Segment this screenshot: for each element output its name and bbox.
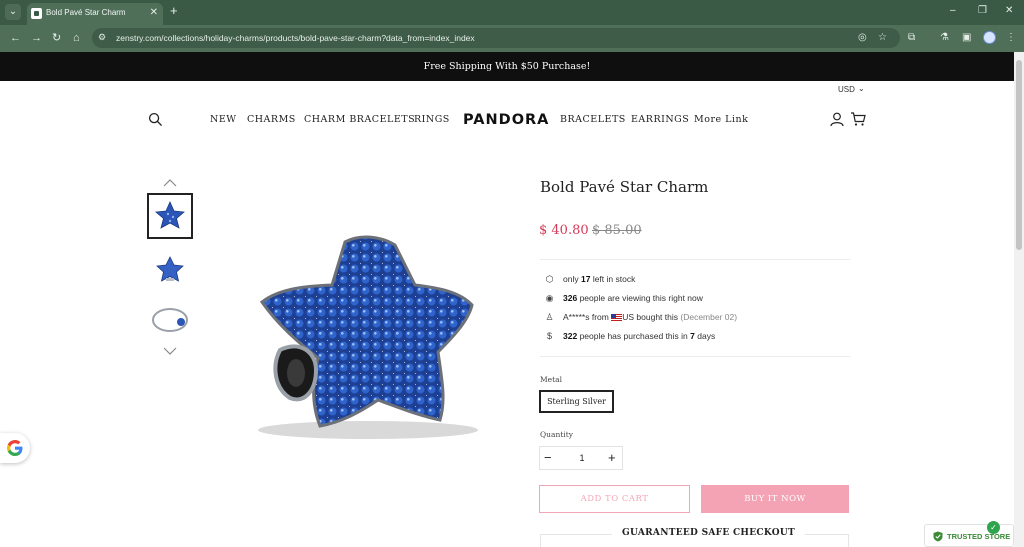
menu-icon[interactable]: ⋮	[1006, 32, 1016, 44]
buyer-name: A*****s	[563, 312, 590, 322]
forward-icon[interactable]: →	[31, 31, 42, 45]
search-icon[interactable]	[148, 112, 163, 127]
url-text[interactable]: zenstry.com/collections/holiday-charms/p…	[116, 33, 475, 43]
sidepanel-icon[interactable]: ▣	[962, 32, 971, 44]
browser-tabbar: ⌄ Bold Pavé Star Charm ✕ + – ❐ ✕	[0, 0, 1024, 25]
plus-icon[interactable]: +	[608, 450, 616, 466]
nav-item-rings[interactable]: RINGS	[414, 114, 450, 125]
buy-now-button[interactable]: BUY IT NOW	[701, 485, 849, 513]
restore-icon[interactable]: ❐	[978, 5, 987, 17]
announcement-text: Free Shipping With $50 Purchase!	[423, 61, 591, 72]
viewers-row: ◉ 326 people are viewing this right now	[544, 293, 703, 304]
thumbs-up-arrow-icon[interactable]	[162, 178, 178, 188]
compare-price: $ 85.00	[592, 223, 642, 238]
site-info-icon[interactable]: ⚙	[98, 32, 106, 43]
divider	[540, 356, 850, 357]
favicon-icon	[31, 8, 42, 19]
google-reviews-badge[interactable]	[0, 433, 30, 463]
sale-price: $ 40.80	[539, 223, 589, 238]
nav-item-more-link[interactable]: More Link	[694, 114, 748, 125]
dollar-icon: $	[546, 331, 552, 341]
product-title: Bold Pavé Star Charm	[540, 178, 709, 196]
star-charm-side-thumbnail-image	[156, 256, 184, 282]
buyer-action: bought this	[636, 312, 678, 322]
minimize-icon[interactable]: –	[950, 5, 956, 17]
cart-icon[interactable]	[850, 111, 866, 127]
currency-selector[interactable]: USD	[838, 85, 855, 94]
bookmark-star-icon[interactable]: ☆	[878, 32, 887, 43]
nav-item-charm-bracelets[interactable]: CHARM BRACELETS	[304, 114, 415, 125]
chevron-down-icon[interactable]: ⌄	[858, 84, 865, 93]
quantity-stepper: − 1 +	[539, 446, 623, 470]
thumbs-down-arrow-icon[interactable]	[162, 346, 178, 356]
metal-label: Metal	[540, 375, 563, 384]
nav-item-earrings[interactable]: EARRINGS	[631, 114, 689, 125]
viewers-suffix: people are viewing this right now	[579, 293, 703, 303]
person-icon: ♙	[545, 312, 554, 322]
divider	[540, 259, 850, 260]
stock-prefix: only	[563, 274, 579, 284]
eye-icon: ◉	[545, 293, 554, 303]
purchased-count: 322	[563, 331, 578, 341]
shield-check-icon	[933, 531, 943, 542]
stock-count: 17	[580, 274, 591, 284]
box-icon: ⬡	[545, 274, 554, 284]
thumbnail-3[interactable]	[147, 297, 193, 343]
recent-buyer-row: ♙ A*****s from US bought this (December 0…	[544, 312, 737, 323]
new-tab-icon[interactable]: +	[170, 4, 178, 18]
brand-logo[interactable]: PANDORA	[463, 112, 549, 128]
buyer-country: US	[622, 312, 635, 322]
trusted-store-text: TRUSTED STORE	[947, 532, 1011, 541]
purchased-middle: people has purchased this in	[579, 331, 688, 341]
trusted-store-badge[interactable]: TRUSTED STORE	[924, 524, 1014, 547]
scrollbar-thumb[interactable]	[1016, 60, 1022, 250]
tab-list-icon[interactable]: ⌄	[5, 4, 21, 20]
safe-checkout-title: GUARANTEED SAFE CHECKOUT	[612, 528, 806, 538]
us-flag-icon	[611, 314, 623, 322]
thumbnail-1[interactable]	[147, 193, 193, 239]
extensions-icon[interactable]: ⧉	[908, 32, 915, 44]
nav-item-new[interactable]: NEW	[210, 114, 237, 125]
account-icon[interactable]	[829, 111, 845, 127]
tab-title: Bold Pavé Star Charm	[46, 8, 126, 17]
product-main-image[interactable]	[250, 230, 485, 450]
purchased-row: $322 people has purchased this in 7 days	[544, 331, 715, 341]
browser-tab[interactable]: Bold Pavé Star Charm ✕	[27, 3, 163, 25]
quantity-label: Quantity	[540, 430, 573, 439]
nav-item-bracelets[interactable]: BRACELETS	[560, 114, 626, 125]
profile-icon[interactable]	[983, 31, 996, 44]
verified-check-icon: ✓	[987, 521, 1000, 534]
buyer-date: (December 02)	[680, 312, 738, 322]
add-to-cart-button[interactable]: ADD TO CART	[539, 485, 690, 513]
viewers-count: 326	[563, 293, 578, 303]
home-icon[interactable]: ⌂	[73, 31, 80, 45]
star-charm-thumbnail-image	[155, 201, 185, 229]
purchased-days: 7	[690, 331, 695, 341]
stock-suffix: left in stock	[592, 274, 636, 284]
purchased-suffix: days	[697, 331, 716, 341]
eye-off-icon[interactable]: ◎	[858, 32, 867, 43]
bracelet-thumbnail-image	[152, 308, 188, 332]
thumbnail-2[interactable]	[147, 247, 193, 293]
google-icon	[7, 440, 23, 456]
labs-icon[interactable]: ⚗	[940, 32, 949, 44]
close-icon[interactable]: ✕	[1005, 5, 1013, 17]
buyer-from: from	[591, 312, 609, 322]
quantity-input[interactable]: 1	[576, 453, 588, 463]
stock-row: ⬡ only 17 left in stock	[544, 274, 636, 285]
browser-toolbar: ← → ↻ ⌂ ⚙ zenstry.com/collections/holida…	[0, 25, 1024, 52]
announcement-bar: Free Shipping With $50 Purchase!	[0, 52, 1024, 81]
address-bar[interactable]: ⚙ zenstry.com/collections/holiday-charms…	[92, 28, 900, 48]
tab-close-icon[interactable]: ✕	[150, 6, 158, 20]
back-icon[interactable]: ←	[10, 31, 21, 45]
nav-item-charms[interactable]: CHARMS	[247, 114, 296, 125]
metal-option-sterling-silver[interactable]: Sterling Silver	[539, 390, 614, 413]
minus-icon[interactable]: −	[544, 450, 552, 466]
reload-icon[interactable]: ↻	[52, 31, 61, 45]
